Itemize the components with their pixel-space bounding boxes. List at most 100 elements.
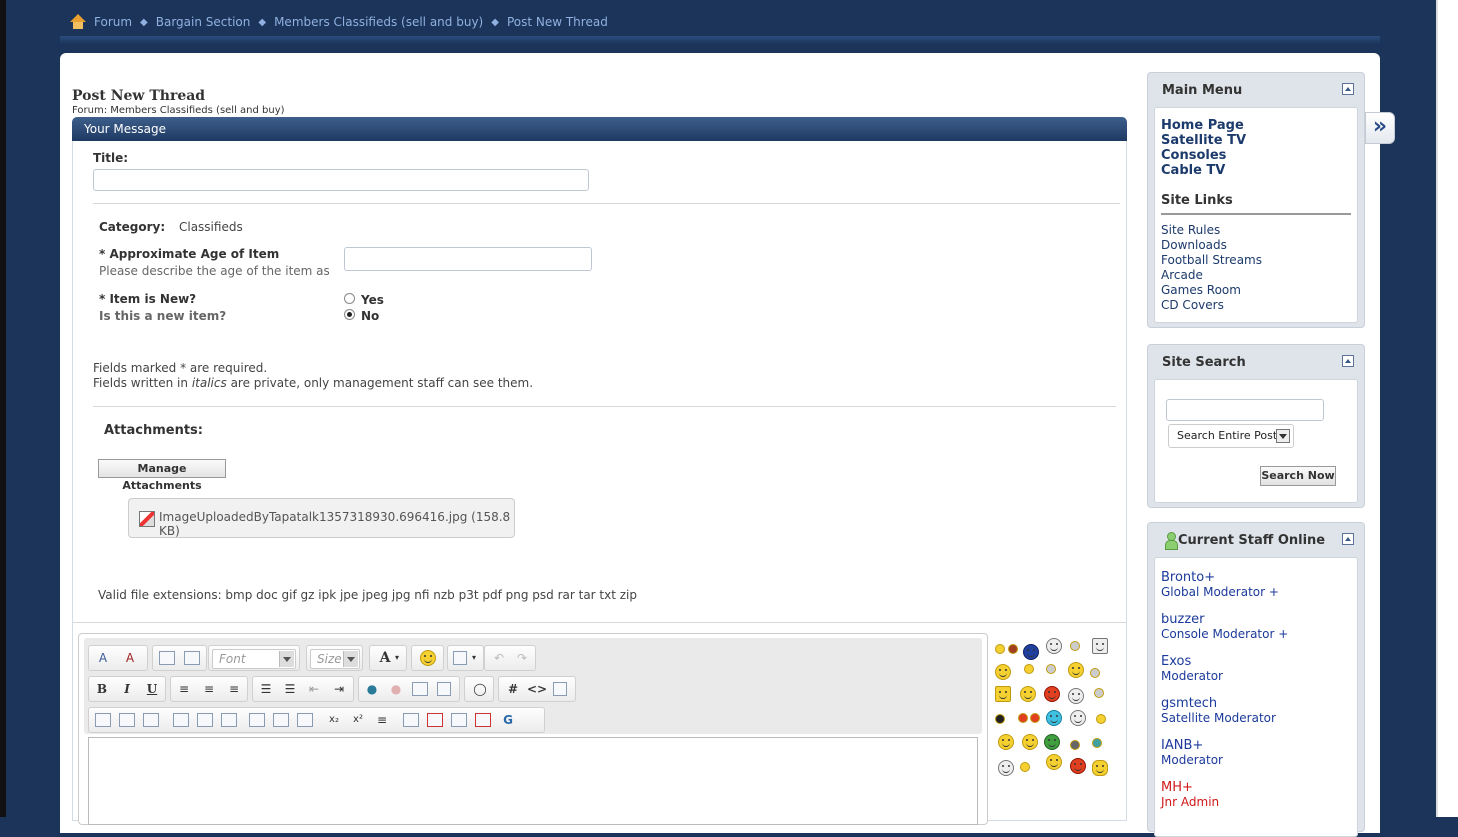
align-left-icon[interactable]: ≡ (175, 681, 193, 697)
staff-name[interactable]: Exos (1161, 654, 1351, 669)
delete-row-icon[interactable] (221, 713, 237, 727)
smiley-icon[interactable] (1022, 734, 1038, 750)
radio-no-label[interactable]: No (361, 309, 379, 323)
staff-name[interactable]: Bronto+ (1161, 570, 1351, 585)
smiley-icon[interactable] (1094, 688, 1104, 698)
message-textarea[interactable] (88, 737, 978, 825)
superscript-icon[interactable]: x² (349, 712, 367, 728)
smiley-icon[interactable] (1046, 638, 1062, 654)
image-icon[interactable] (412, 682, 428, 696)
menu-link-satellite-tv[interactable]: Satellite TV (1161, 133, 1351, 148)
smiley-icon[interactable] (1092, 738, 1102, 748)
breadcrumb-bargain-section[interactable]: Bargain Section (156, 15, 251, 29)
smiley-icon[interactable] (1030, 713, 1040, 723)
nfo-icon[interactable] (451, 713, 467, 727)
col-before-icon[interactable] (249, 713, 265, 727)
collapse-icon[interactable] (1342, 83, 1354, 95)
breadcrumb-post-new-thread[interactable]: Post New Thread (507, 15, 608, 29)
spoiler-icon[interactable] (427, 713, 443, 727)
redo-icon[interactable]: ↷ (513, 650, 531, 666)
attachment-icon[interactable] (453, 651, 467, 665)
table-props-icon[interactable] (119, 713, 135, 727)
smiley-icon[interactable] (1020, 762, 1030, 772)
collapse-icon[interactable] (1342, 355, 1354, 367)
collapse-icon[interactable] (1342, 533, 1354, 545)
menu-link-home-page[interactable]: Home Page (1161, 118, 1351, 133)
smiley-icon[interactable] (1092, 638, 1108, 654)
tag-icon[interactable] (403, 713, 419, 727)
unordered-list-icon[interactable]: ☰ (281, 681, 299, 697)
code-button[interactable]: <> (527, 681, 547, 697)
search-now-button[interactable]: Search Now (1260, 466, 1336, 486)
site-link-arcade[interactable]: Arcade (1161, 268, 1351, 283)
search-scope-select[interactable]: Search Entire Posts (1168, 424, 1294, 448)
site-link-rules[interactable]: Site Rules (1161, 223, 1351, 238)
horizontal-rule-icon[interactable]: ≡ (373, 712, 391, 728)
smiley-icon[interactable] (1044, 686, 1060, 702)
smiley-icon[interactable] (1008, 644, 1018, 654)
quote-icon[interactable]: ◯ (471, 681, 489, 697)
smiley-icon[interactable] (1044, 734, 1060, 750)
bold-button[interactable]: B (93, 681, 111, 697)
home-icon[interactable] (70, 14, 86, 30)
row-before-icon[interactable] (173, 713, 189, 727)
site-link-football-streams[interactable]: Football Streams (1161, 253, 1351, 268)
col-after-icon[interactable] (273, 713, 289, 727)
hash-button[interactable]: # (504, 681, 522, 697)
size-select[interactable]: Size (310, 649, 360, 669)
paste-icon[interactable] (159, 651, 175, 665)
smiley-icon[interactable] (1070, 710, 1086, 726)
smiley-icon[interactable] (1068, 688, 1084, 704)
site-link-cd-covers[interactable]: CD Covers (1161, 298, 1351, 313)
php-icon[interactable] (553, 682, 567, 696)
font-select[interactable]: Font (212, 649, 296, 669)
chevron-down-icon[interactable]: ▾ (392, 650, 402, 666)
chevron-down-icon[interactable]: ▾ (469, 650, 479, 666)
smiley-icon[interactable] (1096, 714, 1106, 724)
menu-link-consoles[interactable]: Consoles (1161, 148, 1351, 163)
site-link-downloads[interactable]: Downloads (1161, 238, 1351, 253)
smiley-icon[interactable] (1070, 758, 1086, 774)
smiley-icon[interactable] (420, 650, 436, 666)
smiley-icon[interactable] (1023, 644, 1039, 660)
clear-format-icon[interactable]: A (121, 650, 139, 666)
radio-yes-label[interactable]: Yes (361, 293, 384, 307)
delete-table-icon[interactable] (143, 713, 159, 727)
smiley-icon[interactable] (1046, 754, 1062, 770)
smiley-icon[interactable] (998, 760, 1014, 776)
smiley-icon[interactable] (998, 734, 1014, 750)
radio-yes[interactable] (344, 293, 355, 304)
italic-button[interactable]: I (118, 681, 136, 697)
age-input[interactable] (344, 247, 592, 271)
google-icon[interactable]: G (499, 712, 517, 728)
align-right-icon[interactable]: ≡ (225, 681, 243, 697)
delete-col-icon[interactable] (297, 713, 313, 727)
staff-name[interactable]: gsmtech (1161, 696, 1351, 711)
smiley-icon[interactable] (1070, 641, 1080, 651)
smiley-icon[interactable] (995, 686, 1011, 702)
title-input[interactable] (93, 169, 589, 191)
indent-icon[interactable]: ⇥ (330, 681, 348, 697)
smiley-icon[interactable] (1068, 662, 1084, 678)
hide-icon[interactable] (475, 713, 491, 727)
site-link-games-room[interactable]: Games Room (1161, 283, 1351, 298)
smiley-icon[interactable] (995, 664, 1011, 680)
smiley-icon[interactable] (1024, 664, 1034, 674)
smiley-icon[interactable] (1090, 668, 1100, 678)
ordered-list-icon[interactable]: ☰ (257, 681, 275, 697)
smiley-icon[interactable] (1070, 740, 1080, 750)
smiley-icon[interactable] (1092, 760, 1108, 776)
align-center-icon[interactable]: ≡ (200, 681, 218, 697)
staff-name[interactable]: IANB+ (1161, 738, 1351, 753)
video-icon[interactable] (437, 682, 451, 696)
expand-sidebar-button[interactable]: » (1365, 112, 1395, 144)
remove-format-icon[interactable]: A (94, 650, 112, 666)
attachment-item[interactable]: ImageUploadedByTapatalk1357318930.696416… (128, 498, 515, 538)
subscript-icon[interactable]: x₂ (325, 712, 343, 728)
underline-button[interactable]: U (143, 681, 161, 697)
undo-icon[interactable]: ↶ (490, 650, 508, 666)
smiley-icon[interactable] (1046, 664, 1056, 674)
smiley-icon[interactable] (1018, 713, 1028, 723)
unlink-icon[interactable]: ● (387, 681, 405, 697)
smiley-icon[interactable] (995, 714, 1005, 724)
